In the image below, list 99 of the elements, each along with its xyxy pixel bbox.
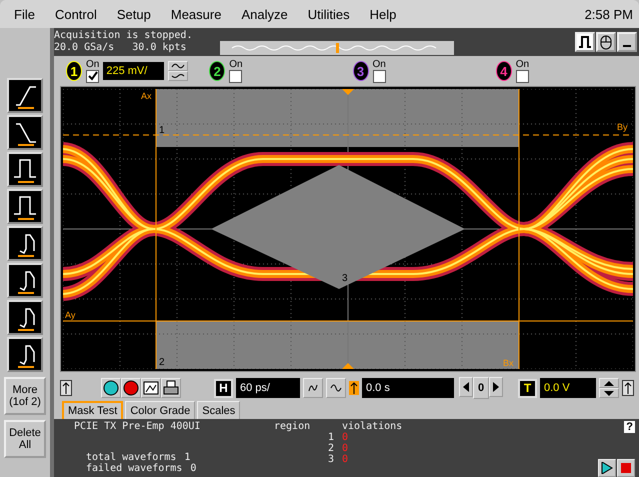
channel-badge[interactable]: 3 bbox=[352, 61, 368, 81]
total-label: total waveforms bbox=[86, 452, 176, 463]
violation-count: 0 bbox=[342, 454, 350, 465]
measure-tool-button[interactable] bbox=[7, 226, 43, 261]
arrow-up-icon bbox=[622, 380, 634, 396]
menu-item[interactable]: Utilities bbox=[308, 6, 350, 22]
channel-checkbox[interactable] bbox=[372, 70, 386, 82]
region-number: 3 bbox=[326, 454, 334, 465]
region-number: 2 bbox=[326, 443, 334, 454]
clear-button[interactable] bbox=[101, 378, 121, 398]
increase-button[interactable] bbox=[168, 61, 188, 71]
image-button[interactable] bbox=[141, 378, 161, 398]
printer-icon bbox=[163, 380, 179, 396]
channel-badge[interactable]: 4 bbox=[496, 61, 512, 81]
channel-checkbox[interactable] bbox=[229, 70, 242, 82]
right-arrow-icon bbox=[492, 382, 500, 392]
menu-item[interactable]: Help bbox=[370, 6, 396, 22]
circle-icon bbox=[103, 380, 119, 396]
picture-icon bbox=[143, 380, 159, 396]
channel-checkbox[interactable] bbox=[86, 70, 99, 82]
tab[interactable]: Mask Test bbox=[62, 401, 124, 419]
menu-item[interactable]: Control bbox=[54, 6, 97, 22]
channel-on-label: On bbox=[86, 60, 100, 70]
down-arrow-icon bbox=[603, 390, 615, 396]
left-arrow-icon bbox=[462, 382, 470, 392]
menu-item[interactable]: Measure bbox=[170, 6, 222, 22]
marker-label: Ay bbox=[65, 310, 76, 320]
channel-on-label: On bbox=[516, 60, 530, 70]
time-position-field[interactable]: 0.0 s bbox=[362, 378, 454, 398]
next-button[interactable] bbox=[489, 377, 503, 397]
side-button[interactable]: Delete All bbox=[4, 420, 46, 458]
marker-label: By bbox=[617, 122, 628, 132]
minimize-icon bbox=[623, 45, 631, 47]
measure-tool-button[interactable] bbox=[7, 152, 43, 187]
circle-icon bbox=[123, 380, 139, 396]
channel-badge[interactable]: 1 bbox=[66, 61, 82, 81]
pulse-icon bbox=[578, 35, 592, 49]
play-icon bbox=[601, 462, 613, 474]
trigger-level-field[interactable]: 0.0 V bbox=[540, 378, 596, 398]
side-button[interactable]: More (1of 2) bbox=[4, 377, 46, 415]
marker-label: Ax bbox=[141, 91, 152, 101]
region-number: 1 bbox=[326, 432, 334, 443]
wave-icon bbox=[171, 72, 186, 80]
channel-on-label: On bbox=[372, 60, 386, 70]
channel-badge[interactable]: 2 bbox=[209, 61, 226, 81]
trigger-position-icon bbox=[342, 363, 354, 369]
region-label: 1 bbox=[159, 125, 165, 136]
marker-label: Bx bbox=[503, 358, 514, 368]
clock: 2:58 PM bbox=[584, 6, 633, 22]
arrow-up-icon bbox=[349, 381, 359, 395]
channel-scale-field[interactable]: 225 mV/ bbox=[103, 62, 164, 80]
measure-tool-button[interactable] bbox=[7, 337, 43, 372]
decrease-button[interactable] bbox=[599, 388, 619, 398]
total-value: 1 bbox=[184, 452, 190, 463]
mask-name: PCIE TX Pre-Emp 400UI bbox=[74, 421, 202, 432]
measure-tool-button[interactable] bbox=[7, 263, 43, 298]
measure-tool-button[interactable] bbox=[7, 189, 43, 224]
decrease-button[interactable] bbox=[303, 378, 323, 398]
previous-button[interactable] bbox=[459, 377, 473, 397]
mouse-mode-button[interactable] bbox=[596, 32, 616, 52]
arrow-up-icon bbox=[60, 380, 72, 396]
measure-tool-button[interactable] bbox=[7, 115, 43, 150]
channel-on-label: On bbox=[229, 60, 243, 70]
tab[interactable]: Color Grade bbox=[125, 401, 196, 419]
column-header: violations bbox=[342, 421, 402, 432]
mouse-icon bbox=[600, 34, 612, 50]
column-header: region bbox=[274, 421, 312, 432]
stop-icon bbox=[620, 462, 632, 474]
wave-icon bbox=[171, 62, 186, 70]
measure-tool-button[interactable] bbox=[7, 300, 43, 335]
stop-button[interactable] bbox=[121, 378, 141, 398]
total-label: failed waveforms bbox=[86, 463, 182, 474]
menu-item[interactable]: Setup bbox=[116, 6, 151, 22]
decrease-button[interactable] bbox=[168, 71, 188, 81]
menu-item[interactable]: File bbox=[14, 6, 35, 22]
increase-button[interactable] bbox=[599, 378, 619, 388]
up-arrow-icon bbox=[603, 380, 615, 386]
print-button[interactable] bbox=[161, 378, 181, 398]
channel-checkbox[interactable] bbox=[516, 70, 529, 82]
region-label: 3 bbox=[342, 273, 348, 284]
violation-count: 0 bbox=[342, 443, 350, 454]
increase-button[interactable] bbox=[326, 378, 346, 398]
minimize-button[interactable] bbox=[617, 32, 637, 52]
measure-tool-button[interactable] bbox=[7, 78, 43, 113]
menu-item[interactable]: Analyze bbox=[241, 6, 288, 22]
region-label: 2 bbox=[159, 357, 165, 368]
status-text: 20.0 GSa/s 30.0 kpts bbox=[54, 42, 188, 54]
horizontal-label: H bbox=[214, 378, 233, 398]
total-value: 0 bbox=[190, 463, 196, 474]
status-text: Acquisition is stopped. bbox=[54, 30, 194, 42]
time-scale-field[interactable]: 60 ps/ bbox=[236, 378, 300, 398]
violation-count: 0 bbox=[342, 432, 350, 443]
zoom-value: 0 bbox=[473, 377, 489, 399]
pulse-mode-button[interactable] bbox=[575, 32, 595, 52]
tab[interactable]: Scales bbox=[197, 401, 240, 419]
trigger-label: T bbox=[518, 378, 537, 398]
help-button[interactable]: ? bbox=[624, 421, 635, 433]
run-button[interactable] bbox=[598, 459, 616, 477]
trigger-position-icon bbox=[342, 89, 354, 95]
